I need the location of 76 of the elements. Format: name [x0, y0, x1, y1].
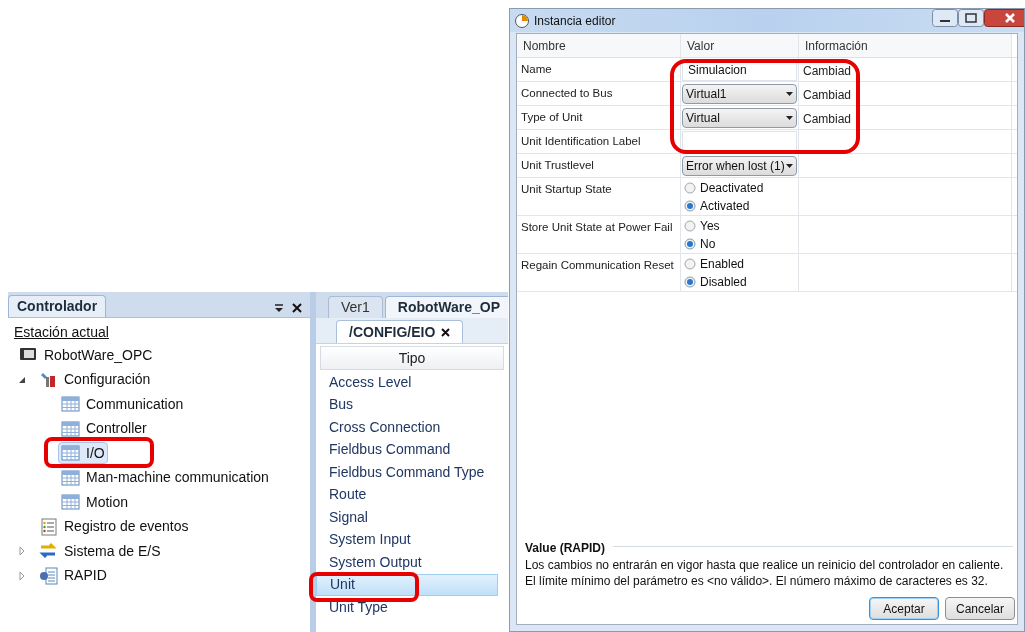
station-link[interactable]: Estación actual: [14, 321, 109, 343]
radio-button[interactable]: Activated: [684, 198, 798, 213]
table-cell: Connected to Bus: [517, 82, 681, 105]
description-text: Los cambios no entrarán en vigor hasta que realice un reinicio del controlador en caliente.: [524, 557, 1005, 573]
table-cell: Cambiad: [803, 88, 852, 102]
minimize-icon[interactable]: [932, 9, 958, 27]
dropdown[interactable]: Virtual: [682, 107, 797, 128]
radio-button[interactable]: No: [684, 236, 798, 251]
close-icon[interactable]: [292, 303, 302, 313]
column-header[interactable]: Nombre: [517, 34, 681, 57]
maximize-icon[interactable]: [958, 9, 984, 27]
list-item[interactable]: Fieldbus Command: [316, 438, 498, 461]
dropdown[interactable]: Error when lost (1): [682, 155, 797, 176]
dropdown[interactable]: Virtual1: [682, 83, 797, 104]
table-cell: Type of Unit: [517, 106, 681, 129]
tree-item[interactable]: Sistema de E/S: [36, 540, 164, 563]
close-icon[interactable]: [984, 9, 1024, 27]
tree-item[interactable]: RobotWare_OPC: [16, 344, 156, 367]
description-text: El límite mínimo del parámetro es <no válido>. El número máximo de caracteres es 32.: [524, 573, 989, 589]
table-cell: Unit Startup State: [517, 178, 681, 215]
table-cell: Regain Communication Reset: [517, 254, 681, 291]
dialog-button[interactable]: Aceptar: [869, 597, 939, 620]
tree-item[interactable]: Motion: [58, 491, 132, 514]
collapsed-arrow-icon[interactable]: [18, 547, 26, 556]
expanded-arrow-icon[interactable]: [18, 375, 26, 384]
table-icon: [61, 395, 80, 414]
close-icon[interactable]: [441, 327, 451, 337]
column-header[interactable]: Información: [799, 34, 1012, 57]
input-field[interactable]: [682, 130, 797, 153]
tree-item[interactable]: Configuración: [36, 368, 154, 391]
document-gear-icon: [39, 566, 58, 585]
caret-down-icon: [786, 91, 793, 96]
dialog-button[interactable]: Cancelar: [945, 597, 1015, 620]
radio-button[interactable]: Disabled: [684, 274, 798, 289]
document-tab[interactable]: RobotWare_OP: [384, 296, 508, 318]
panel-tab[interactable]: Controlador: [8, 295, 107, 317]
list-item[interactable]: Route: [316, 483, 498, 506]
table-cell: Unit Trustlevel: [517, 154, 681, 177]
list-item[interactable]: Unit Type: [316, 596, 498, 619]
caret-down-icon: [786, 115, 793, 120]
table-cell: Unit Identification Label: [517, 130, 681, 153]
tools-icon: [39, 370, 58, 389]
tree-item[interactable]: I/O: [58, 442, 108, 465]
column-header[interactable]: Tipo: [320, 346, 504, 370]
caret-down-icon: [786, 163, 793, 168]
list-item[interactable]: Fieldbus Command Type: [316, 461, 498, 484]
table-icon: [61, 444, 80, 463]
list-item[interactable]: Signal: [316, 506, 498, 529]
tree-item[interactable]: RAPID: [36, 564, 110, 587]
tree-item[interactable]: Communication: [58, 393, 187, 416]
radio-button[interactable]: Enabled: [684, 256, 798, 271]
tree-item[interactable]: Man-machine communication: [58, 466, 272, 489]
radio-button[interactable]: Yes: [684, 218, 798, 233]
table-icon: [61, 419, 80, 438]
table-cell: Store Unit State at Power Fail: [517, 216, 681, 253]
app-icon: [514, 12, 530, 29]
column-header[interactable]: Valor: [681, 34, 799, 57]
tree-item[interactable]: Registro de eventos: [36, 515, 192, 538]
table-cell: Cambiad: [803, 64, 852, 78]
document-tab[interactable]: Ver1: [328, 296, 383, 318]
table-icon: [61, 468, 80, 487]
collapsed-arrow-icon[interactable]: [18, 571, 26, 580]
table-cell: Cambiad: [803, 112, 852, 126]
list-item[interactable]: Cross Connection: [316, 416, 498, 439]
exchange-arrows-icon: [39, 542, 58, 561]
list-item[interactable]: System Input: [316, 528, 498, 551]
radio-button[interactable]: Deactivated: [684, 180, 798, 195]
table-icon: [61, 493, 80, 512]
table-cell: Name: [517, 58, 681, 81]
tree-item[interactable]: Controller: [58, 417, 150, 440]
window-title: Instancia editor: [534, 12, 616, 30]
list-icon: [39, 517, 58, 536]
list-item[interactable]: Bus: [316, 393, 498, 416]
pin-dropdown-icon[interactable]: [274, 303, 284, 313]
list-item[interactable]: Access Level: [316, 371, 498, 394]
list-item[interactable]: System Output: [316, 551, 498, 574]
